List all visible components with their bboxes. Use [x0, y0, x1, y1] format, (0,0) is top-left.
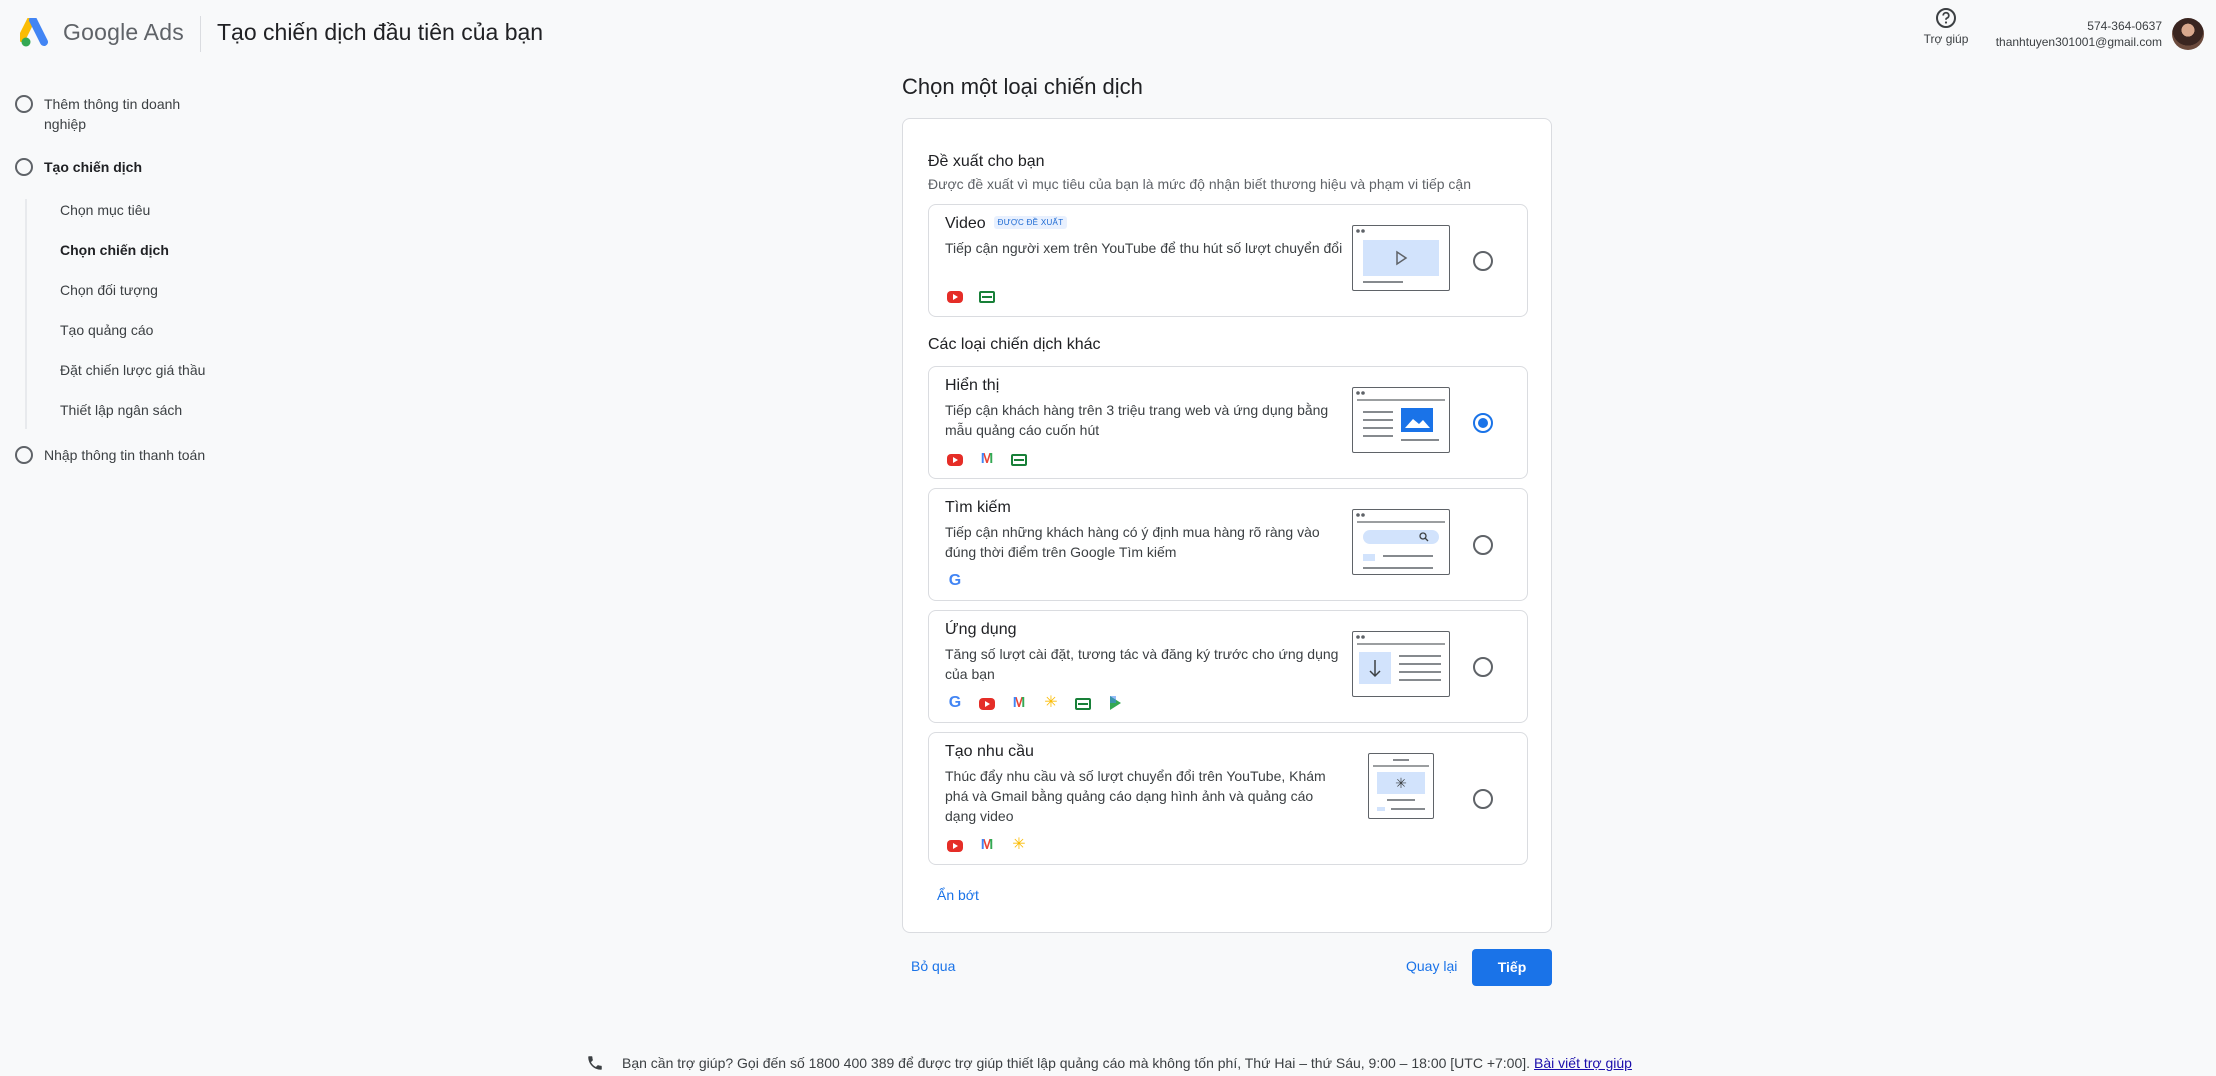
recommended-badge: ĐƯỢC ĐỀ XUẤT: [993, 216, 1068, 229]
help-button[interactable]: Trợ giúp: [1916, 7, 1976, 46]
header-divider: [200, 16, 201, 52]
platform-icons: M ✳: [947, 837, 1027, 853]
card-title: Tìm kiếm: [945, 499, 1011, 516]
sheet-icon: [1075, 698, 1091, 710]
svg-text:✳: ✳: [1395, 776, 1407, 792]
avatar[interactable]: [2172, 18, 2204, 50]
back-button[interactable]: Quay lại: [1406, 958, 1457, 974]
discover-icon: ✳: [1044, 694, 1058, 711]
recommended-subtitle: Được đề xuất vì mục tiêu của bạn là mức …: [928, 176, 1471, 192]
sidebar-substep-goal[interactable]: Chọn mục tiêu: [60, 202, 150, 218]
discover-icon: ✳: [1012, 836, 1026, 853]
play-store-icon: [1110, 696, 1121, 710]
video-radio[interactable]: [1473, 251, 1493, 271]
phone-icon: [588, 1056, 602, 1070]
sidebar-substep-campaign[interactable]: Chọn chiến dịch: [60, 242, 169, 258]
sidebar-step-create-campaign[interactable]: Tạo chiến dịch: [15, 157, 204, 177]
campaign-card-demand-gen[interactable]: Tạo nhu cầu Thúc đẩy nhu cầu và số lượt …: [928, 732, 1528, 865]
campaign-card-app[interactable]: Ứng dụng Tăng số lượt cài đặt, tương tác…: [928, 610, 1528, 723]
youtube-icon: [947, 454, 963, 466]
platform-icons: [947, 289, 995, 303]
account-email: thanhtuyen301001@gmail.com: [1995, 35, 2162, 49]
platform-icons: G M ✳: [947, 695, 1121, 711]
card-description: Thúc đẩy nhu cầu và số lượt chuyển đổi t…: [945, 768, 1326, 824]
help-label: Trợ giúp: [1923, 32, 1969, 46]
card-description: Tăng số lượt cài đặt, tương tác và đăng …: [945, 646, 1339, 682]
step-label: Nhập thông tin thanh toán: [44, 447, 206, 463]
card-description: Tiếp cận người xem trên YouTube để thu h…: [945, 240, 1343, 256]
support-footer: Bạn cần trợ giúp? Gọi đến số 1800 400 38…: [586, 1054, 1632, 1072]
sheet-icon: [979, 291, 995, 303]
campaign-card-display[interactable]: Hiển thị Tiếp cận khách hàng trên 3 triệ…: [928, 366, 1528, 479]
step-label: Tạo chiến dịch: [44, 159, 143, 175]
step-circle-icon: [15, 158, 33, 176]
sheet-icon: [1011, 454, 1027, 466]
step-label: Thêm thông tin doanh nghiệp: [44, 96, 181, 132]
account-info[interactable]: 574-364-0637 thanhtuyen301001@gmail.com: [1996, 18, 2162, 50]
account-id: 574-364-0637: [2087, 19, 2162, 33]
demand-gen-radio[interactable]: [1473, 789, 1493, 809]
youtube-icon: [979, 698, 995, 710]
page-header-title: Tạo chiến dịch đầu tiên của bạn: [217, 19, 544, 45]
step-circle-icon: [15, 95, 33, 113]
campaign-type-panel: Đề xuất cho bạn Được đề xuất vì mục tiêu…: [902, 118, 1552, 933]
top-bar: Google Ads Tạo chiến dịch đầu tiên của b…: [0, 0, 2216, 66]
main-title: Chọn một loại chiến dịch: [902, 74, 1143, 99]
sidebar-substep-ads[interactable]: Tạo quảng cáo: [60, 322, 153, 338]
app-radio[interactable]: [1473, 657, 1493, 677]
card-title: Tạo nhu cầu: [945, 743, 1034, 760]
search-illustration-icon: [1352, 509, 1450, 575]
skip-button[interactable]: Bỏ qua: [911, 958, 955, 974]
platform-icons: G: [947, 573, 963, 589]
platform-icons: M: [947, 451, 1027, 467]
google-icon: G: [948, 572, 962, 589]
campaign-card-video[interactable]: Video ĐƯỢC ĐỀ XUẤT Tiếp cận người xem trê…: [928, 204, 1528, 317]
sidebar-substep-bidding[interactable]: Đặt chiến lược giá thầu: [60, 362, 205, 378]
show-less-link[interactable]: Ẩn bớt: [937, 887, 979, 903]
campaign-card-search[interactable]: Tìm kiếm Tiếp cận những khách hàng có ý …: [928, 488, 1528, 601]
support-text: Bạn cần trợ giúp? Gọi đến số 1800 400 38…: [622, 1055, 1531, 1071]
card-description: Tiếp cận khách hàng trên 3 triệu trang w…: [945, 402, 1329, 438]
recommended-title: Đề xuất cho bạn: [928, 153, 1045, 170]
card-title-text: Video: [945, 215, 986, 232]
gmail-icon: M: [980, 450, 994, 467]
card-title: Ứng dụng: [945, 621, 1017, 638]
next-button[interactable]: Tiếp: [1472, 949, 1552, 986]
gmail-icon: M: [1012, 694, 1026, 711]
card-description: Tiếp cận những khách hàng có ý định mua …: [945, 524, 1320, 560]
substeps-line: [25, 199, 27, 429]
search-radio[interactable]: [1473, 535, 1493, 555]
google-icon: G: [948, 694, 962, 711]
sidebar-substep-budget[interactable]: Thiết lập ngân sách: [60, 402, 182, 418]
youtube-icon: [947, 291, 963, 303]
other-types-title: Các loại chiến dịch khác: [928, 336, 1101, 353]
youtube-icon: [947, 840, 963, 852]
sidebar-substep-audience[interactable]: Chọn đối tượng: [60, 282, 158, 298]
display-illustration-icon: [1352, 387, 1450, 453]
help-article-link[interactable]: Bài viết trợ giúp: [1534, 1055, 1632, 1071]
help-icon: [1936, 8, 1956, 28]
video-illustration-icon: [1352, 225, 1450, 291]
step-circle-icon: [15, 446, 33, 464]
google-ads-logo-icon[interactable]: [20, 18, 52, 48]
sidebar-step-billing[interactable]: Nhập thông tin thanh toán: [15, 445, 244, 465]
brand-name: Google Ads: [63, 19, 184, 45]
card-title: Hiển thị: [945, 377, 1000, 394]
gmail-icon: M: [980, 836, 994, 853]
demand-gen-illustration-icon: ✳: [1368, 753, 1434, 819]
display-radio[interactable]: [1473, 413, 1493, 433]
card-title: Video ĐƯỢC ĐỀ XUẤT: [945, 215, 1068, 233]
sidebar-step-business-info[interactable]: Thêm thông tin doanh nghiệp: [15, 94, 204, 134]
app-illustration-icon: [1352, 631, 1450, 697]
